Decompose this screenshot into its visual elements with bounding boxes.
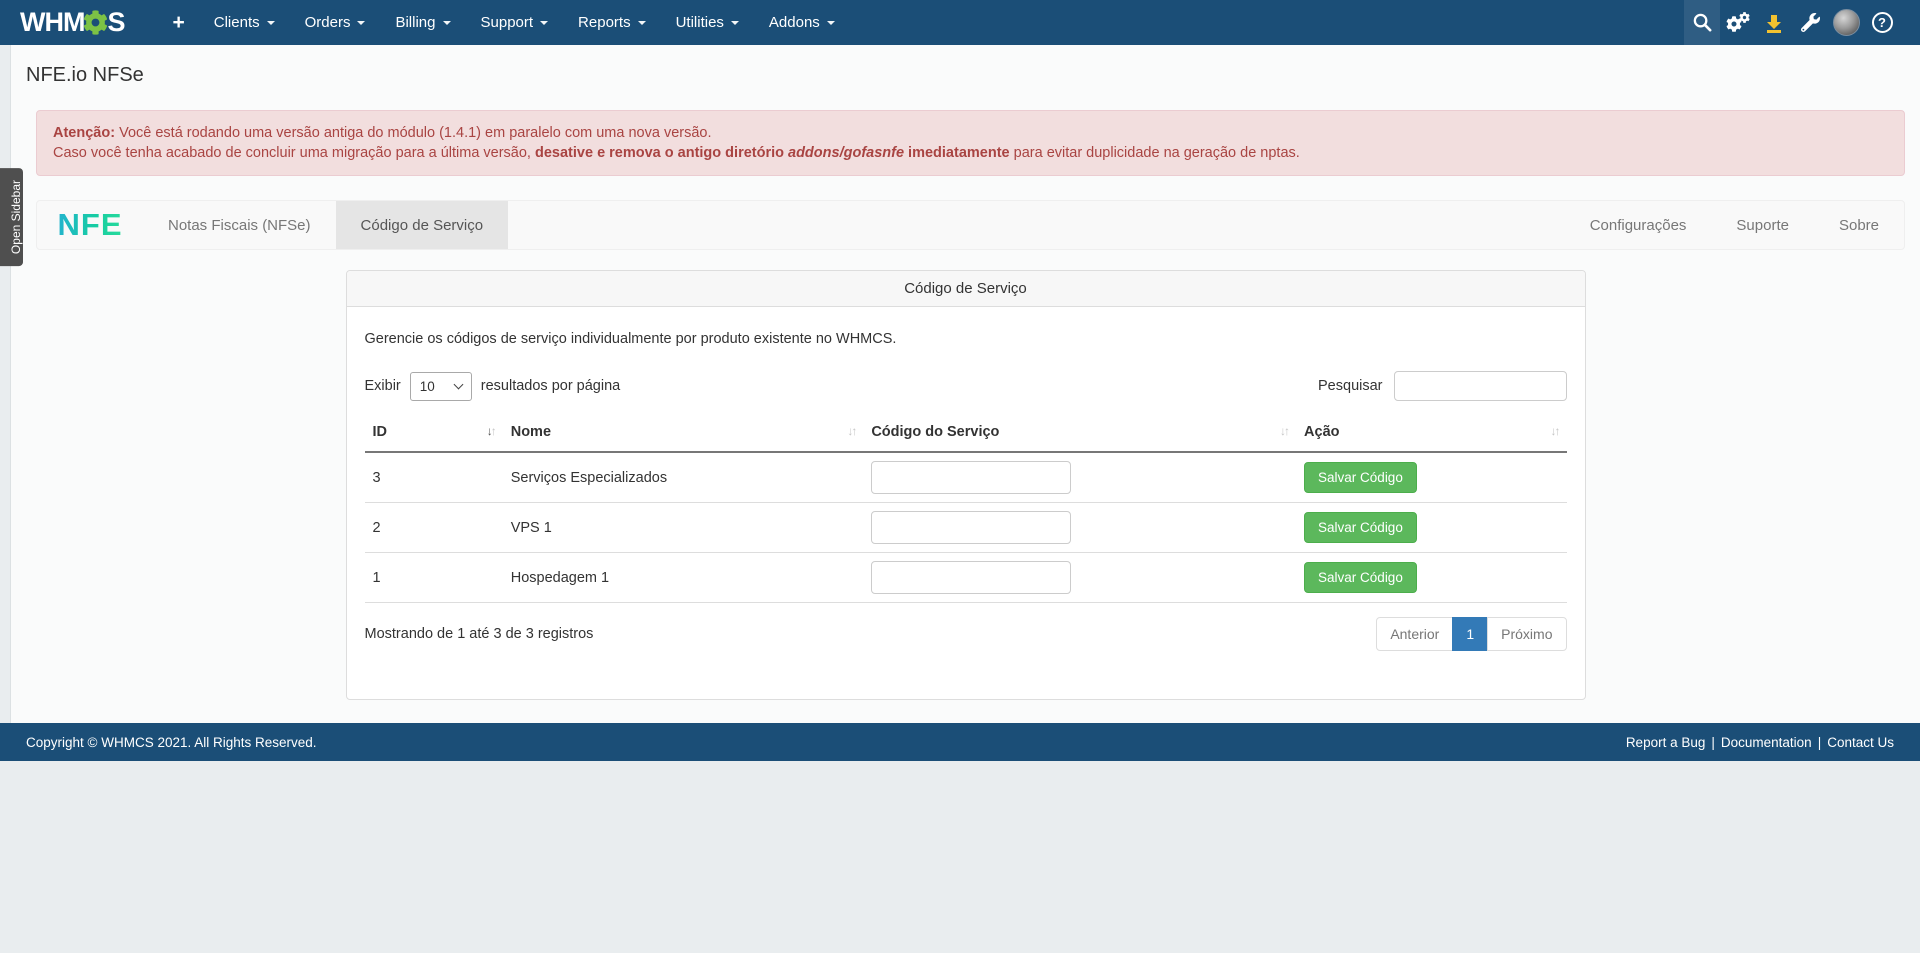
tab-notas-fiscais[interactable]: Notas Fiscais (NFSe): [143, 201, 336, 249]
add-new-button[interactable]: +: [159, 0, 199, 45]
service-code-input[interactable]: [871, 461, 1071, 494]
sort-icon[interactable]: [847, 424, 855, 438]
search-label: Pesquisar: [1318, 378, 1382, 394]
sort-icon[interactable]: [1280, 424, 1288, 438]
length-label-prefix: Exibir: [365, 378, 401, 394]
chevron-down-icon: [540, 21, 548, 25]
search-control: Pesquisar: [1318, 371, 1566, 401]
chevron-down-icon: [443, 21, 451, 25]
tab-sobre[interactable]: Sobre: [1814, 201, 1904, 249]
column-header-acao[interactable]: Ação: [1296, 413, 1566, 452]
pagination-next[interactable]: Próximo: [1487, 617, 1566, 651]
menu-utilities[interactable]: Utilities: [661, 0, 754, 45]
user-menu-button[interactable]: [1828, 0, 1864, 45]
footer: Copyright © WHMCS 2021. All Rights Reser…: [0, 723, 1920, 761]
tab-suporte[interactable]: Suporte: [1711, 201, 1814, 249]
menu-reports[interactable]: Reports: [563, 0, 661, 45]
updates-button[interactable]: [1756, 0, 1792, 45]
system-tools-button[interactable]: [1792, 0, 1828, 45]
page-title: NFE.io NFSe: [11, 45, 1920, 87]
table-controls: Exibir 10 resultados por página Pesquisa…: [365, 371, 1567, 401]
cell-id: 1: [365, 553, 503, 603]
panel-body: Gerencie os códigos de serviço individua…: [347, 307, 1585, 699]
whmcs-logo-text-left: WHM: [20, 7, 84, 38]
open-sidebar-tab[interactable]: Open Sidebar: [0, 168, 23, 266]
save-code-button[interactable]: Salvar Código: [1304, 512, 1417, 543]
panel-description: Gerencie os códigos de serviço individua…: [365, 331, 1567, 347]
alert-line-1: Atenção: Você está rodando uma versão an…: [53, 123, 1888, 143]
whmcs-logo[interactable]: WHM S: [20, 7, 125, 38]
pagination: Anterior 1 Próximo: [1376, 617, 1566, 651]
service-code-panel: Código de Serviço Gerencie os códigos de…: [346, 270, 1586, 700]
sort-icon[interactable]: [1551, 424, 1559, 438]
service-code-input[interactable]: [871, 511, 1071, 544]
search-input[interactable]: [1394, 371, 1567, 401]
help-button[interactable]: ?: [1864, 0, 1900, 45]
table-row: 3 Serviços Especializados Salvar Código: [365, 452, 1567, 503]
column-header-id[interactable]: ID: [365, 413, 503, 452]
menu-support[interactable]: Support: [466, 0, 564, 45]
module-tabs-right: Configurações Suporte Sobre: [1565, 201, 1904, 249]
cell-nome: VPS 1: [503, 503, 864, 553]
cell-nome: Serviços Especializados: [503, 452, 864, 503]
column-header-codigo[interactable]: Código do Serviço: [863, 413, 1296, 452]
plus-icon: +: [173, 11, 185, 35]
sort-icon[interactable]: [487, 424, 495, 438]
chevron-down-icon: [638, 21, 646, 25]
gears-icon: [1726, 12, 1750, 34]
cell-nome: Hospedagem 1: [503, 553, 864, 603]
tab-configuracoes[interactable]: Configurações: [1565, 201, 1712, 249]
menu-clients[interactable]: Clients: [199, 0, 290, 45]
menu-addons[interactable]: Addons: [754, 0, 850, 45]
table-footer: Mostrando de 1 até 3 de 3 registros Ante…: [365, 617, 1567, 651]
service-code-input[interactable]: [871, 561, 1071, 594]
automation-status-button[interactable]: [1720, 0, 1756, 45]
download-icon: [1764, 13, 1784, 33]
cell-id: 3: [365, 452, 503, 503]
results-per-page-control: Exibir 10 resultados por página: [365, 372, 621, 401]
records-info: Mostrando de 1 até 3 de 3 registros: [365, 626, 594, 642]
chevron-down-icon: [731, 21, 739, 25]
help-icon: ?: [1872, 12, 1893, 33]
whmcs-gear-icon: [83, 10, 108, 35]
warning-alert: Atenção: Você está rodando uma versão an…: [36, 110, 1905, 176]
avatar: [1833, 9, 1860, 36]
search-button[interactable]: [1684, 0, 1720, 45]
table-header-row: ID Nome Código do Serviço Ação: [365, 413, 1567, 452]
alert-line-2: Caso você tenha acabado de concluir uma …: [53, 143, 1888, 163]
chevron-down-icon: [453, 379, 463, 389]
footer-links: Report a Bug|Documentation|Contact Us: [1626, 735, 1894, 750]
top-navbar: WHM S + Clients Orders Billing Support R…: [0, 0, 1920, 45]
report-a-bug-link[interactable]: Report a Bug: [1626, 735, 1706, 750]
pagination-page-1[interactable]: 1: [1452, 617, 1488, 651]
nfe-logo: NFE: [37, 201, 143, 249]
search-icon: [1692, 12, 1713, 33]
service-code-table: ID Nome Código do Serviço Ação 3 Serviço…: [365, 413, 1567, 603]
save-code-button[interactable]: Salvar Código: [1304, 562, 1417, 593]
contact-us-link[interactable]: Contact Us: [1827, 735, 1894, 750]
select-value: 10: [420, 379, 435, 394]
copyright-text: Copyright © WHMCS 2021. All Rights Reser…: [26, 735, 317, 750]
save-code-button[interactable]: Salvar Código: [1304, 462, 1417, 493]
column-header-nome[interactable]: Nome: [503, 413, 864, 452]
menu-billing[interactable]: Billing: [380, 0, 465, 45]
whmcs-logo-text-right: S: [107, 7, 124, 38]
module-tab-bar: NFE Notas Fiscais (NFSe) Código de Servi…: [36, 200, 1905, 250]
main-content: NFE.io NFSe Atenção: Você está rodando u…: [10, 45, 1920, 723]
panel-title: Código de Serviço: [347, 271, 1585, 307]
chevron-down-icon: [267, 21, 275, 25]
documentation-link[interactable]: Documentation: [1721, 735, 1812, 750]
chevron-down-icon: [827, 21, 835, 25]
table-row: 1 Hospedagem 1 Salvar Código: [365, 553, 1567, 603]
tab-codigo-de-servico[interactable]: Código de Serviço: [336, 201, 509, 249]
chevron-down-icon: [357, 21, 365, 25]
cell-id: 2: [365, 503, 503, 553]
table-row: 2 VPS 1 Salvar Código: [365, 503, 1567, 553]
results-per-page-select[interactable]: 10: [410, 372, 472, 401]
length-label-suffix: resultados por página: [481, 378, 620, 394]
wrench-icon: [1801, 13, 1820, 32]
pagination-prev[interactable]: Anterior: [1376, 617, 1453, 651]
menu-orders[interactable]: Orders: [290, 0, 381, 45]
